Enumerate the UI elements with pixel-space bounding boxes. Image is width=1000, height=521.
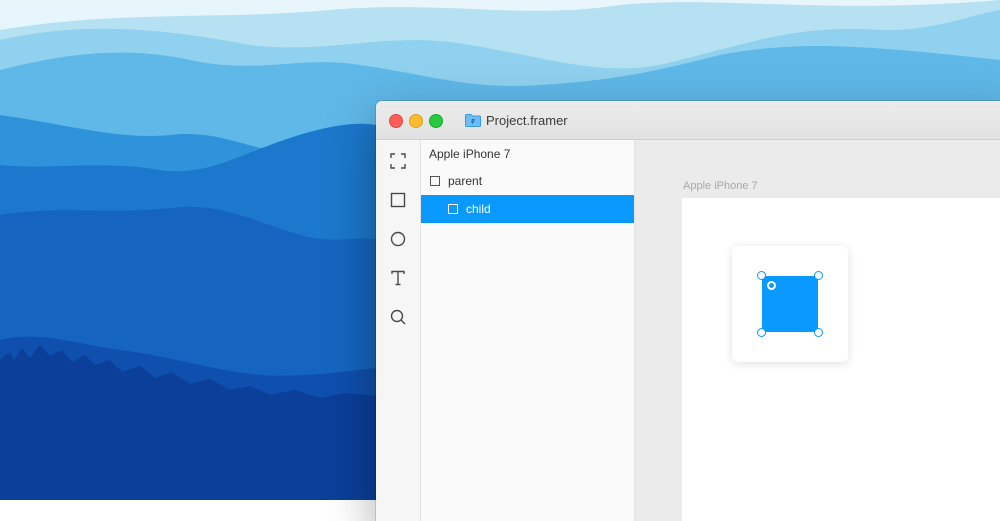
device-label: Apple iPhone 7 (683, 180, 758, 192)
layers-device-name: Apple iPhone 7 (429, 147, 511, 161)
document-title: Project.framer (465, 111, 568, 129)
app-window: Project.framer Apple iPhone 7 parent chi… (376, 101, 1000, 521)
resize-handle-bottom-left[interactable] (757, 328, 766, 337)
text-tool[interactable] (388, 268, 408, 288)
tool-sidebar (376, 140, 421, 521)
layers-panel: Apple iPhone 7 parent child (421, 140, 635, 521)
child-layer[interactable] (757, 271, 823, 337)
layer-label: child (466, 202, 491, 216)
origin-point[interactable] (767, 281, 776, 290)
frame-select-icon (390, 153, 406, 169)
layer-box-icon (448, 204, 458, 214)
device-screen[interactable] (682, 198, 1000, 521)
resize-handle-top-left[interactable] (757, 271, 766, 280)
layer-box-icon (430, 176, 440, 186)
frame-select-tool[interactable] (388, 151, 408, 171)
search-icon (390, 309, 406, 325)
resize-handle-top-right[interactable] (814, 271, 823, 280)
minimize-window-button[interactable] (409, 114, 423, 128)
canvas-area[interactable]: Apple iPhone 7 (635, 140, 1000, 521)
layer-label: parent (448, 174, 483, 188)
parent-layer[interactable] (732, 246, 848, 362)
text-icon (391, 270, 405, 286)
framer-folder-icon (465, 113, 481, 127)
rectangle-tool[interactable] (388, 190, 408, 210)
search-tool[interactable] (388, 307, 408, 327)
zoom-window-button[interactable] (429, 114, 443, 128)
layer-item-parent[interactable]: parent (421, 167, 634, 195)
resize-handle-bottom-right[interactable] (814, 328, 823, 337)
rectangle-icon (390, 192, 406, 208)
oval-icon (390, 231, 406, 247)
layer-item-child[interactable]: child (421, 195, 634, 223)
window-title: Project.framer (486, 112, 568, 128)
title-bar[interactable]: Project.framer (376, 101, 1000, 140)
oval-tool[interactable] (388, 229, 408, 249)
close-window-button[interactable] (389, 114, 403, 128)
